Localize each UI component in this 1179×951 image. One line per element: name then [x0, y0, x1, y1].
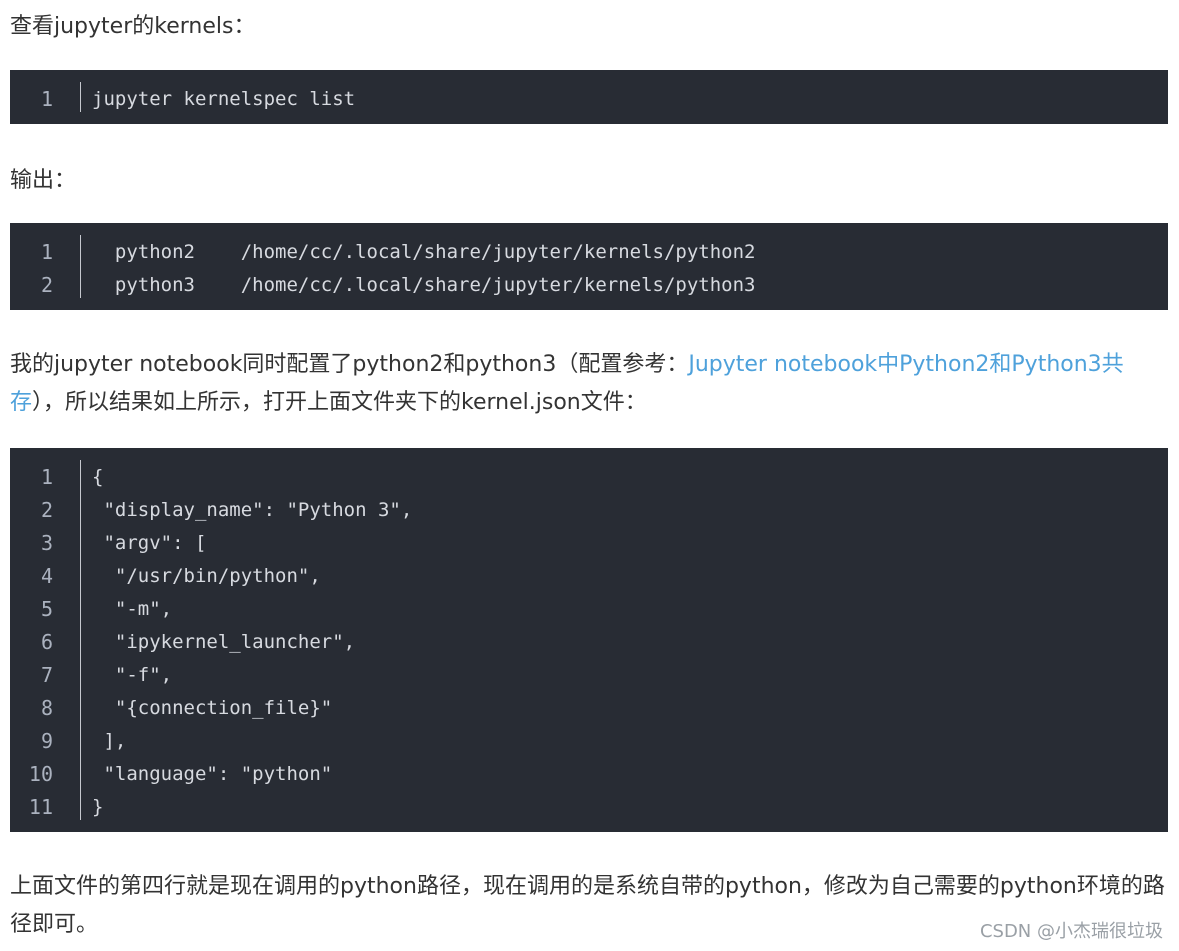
paragraph-output-label: 输出：: [10, 168, 77, 193]
code-line: 1{: [10, 460, 1168, 493]
line-number: 6: [40, 629, 53, 654]
line-number: 2: [40, 497, 53, 522]
line-number: 11: [28, 794, 53, 819]
code-line: 4 "/usr/bin/python",: [10, 559, 1168, 592]
code-line: 9 ],: [10, 724, 1168, 757]
csdn-watermark: CSDN @小杰瑞很垃圾: [979, 921, 1163, 942]
code-text: "display_name": "Python 3",: [92, 498, 413, 521]
code-text: "/usr/bin/python",: [92, 564, 321, 587]
code-line: 2 "display_name": "Python 3",: [10, 493, 1168, 526]
code-line: 11}: [10, 790, 1168, 823]
code-line: 3 "argv": [: [10, 526, 1168, 559]
line-number: 10: [28, 761, 53, 786]
code-text: }: [92, 795, 104, 818]
code-text: "language": "python": [92, 762, 333, 785]
code-block-command[interactable]: 1 jupyter kernelspec list: [10, 70, 1168, 124]
line-number: 1: [40, 239, 53, 264]
code-line: 1 jupyter kernelspec list: [10, 82, 1168, 115]
line-number: 4: [40, 563, 53, 588]
code-line: 7 "-f",: [10, 658, 1168, 691]
code-line: 1 python2 /home/cc/.local/share/jupyter/…: [10, 235, 1168, 268]
code-line: 2 python3 /home/cc/.local/share/jupyter/…: [10, 268, 1168, 301]
line-number: 3: [40, 530, 53, 555]
code-text: "{connection_file}": [92, 696, 333, 719]
code-text: ],: [92, 729, 127, 752]
line-number: 8: [40, 695, 53, 720]
line-number: 1: [40, 464, 53, 489]
code-text: "-m",: [92, 597, 173, 620]
line-number: 9: [40, 728, 53, 753]
code-line: 5 "-m",: [10, 592, 1168, 625]
line-number: 7: [40, 662, 53, 687]
code-block-kernel-json[interactable]: 1{2 "display_name": "Python 3", 3 "argv":…: [10, 448, 1168, 832]
paragraph-config: 我的jupyter notebook同时配置了python2和python3（配…: [10, 346, 1168, 422]
code-text: "-f",: [92, 663, 173, 686]
code-text: {: [92, 465, 104, 488]
line-number: 5: [40, 596, 53, 621]
code-text: "ipykernel_launcher",: [92, 630, 356, 653]
paragraph-config-text-after: ），所以结果如上所示，打开上面文件夹下的kernel.json文件：: [32, 390, 647, 415]
code-text: "argv": [: [92, 531, 207, 554]
line-number: 1: [40, 86, 53, 111]
paragraph-intro: 查看jupyter的kernels：: [10, 14, 256, 39]
paragraph-config-text-before: 我的jupyter notebook同时配置了python2和python3（配…: [10, 352, 689, 377]
code-text: jupyter kernelspec list: [92, 87, 356, 110]
line-number: 2: [40, 272, 53, 297]
code-line: 8 "{connection_file}": [10, 691, 1168, 724]
code-text: python3 /home/cc/.local/share/jupyter/ke…: [92, 273, 756, 296]
code-line: 6 "ipykernel_launcher",: [10, 625, 1168, 658]
code-line: 10 "language": "python": [10, 757, 1168, 790]
code-text: python2 /home/cc/.local/share/jupyter/ke…: [92, 240, 756, 263]
code-block-output[interactable]: 1 python2 /home/cc/.local/share/jupyter/…: [10, 223, 1168, 310]
